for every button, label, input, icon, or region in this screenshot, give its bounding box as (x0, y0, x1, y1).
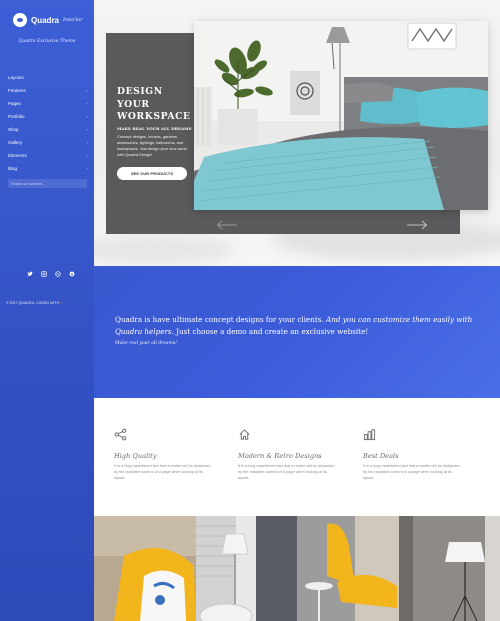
menu-item-shop[interactable]: Shop › (8, 123, 88, 136)
intro-text-c: Just choose a demo and create an exclusi… (176, 326, 369, 336)
intro-note: Make real your all dreams! (115, 341, 177, 346)
hero-description: Concept designs, houses, gardens, access… (117, 134, 187, 157)
gallery-strip (94, 516, 500, 621)
share-icon (114, 428, 127, 441)
menu-item-label: Elements (8, 153, 27, 158)
arrow-left-icon[interactable] (216, 217, 238, 230)
intro-band: Quadra is have ultimate concept designs … (94, 266, 500, 398)
feature-text: It is a long established fact that a rea… (114, 464, 211, 480)
menu-item-gallery[interactable]: Gallery › (8, 136, 88, 149)
gallery-tile-floor-lamp[interactable] (398, 516, 500, 621)
menu-item-layouts[interactable]: Layouts (8, 71, 88, 84)
home-icon (239, 429, 250, 440)
menu-item-pages[interactable]: Pages › (8, 97, 88, 110)
feature-card: Best Deals It is a long established fact… (363, 428, 483, 482)
chevron-right-icon: › (86, 101, 88, 106)
menu-item-features[interactable]: Features › (8, 84, 88, 97)
chevron-right-icon: › (86, 153, 88, 158)
copyright-text: © 2017 QUADRA, CODED WITH (6, 301, 60, 305)
logo-suffix: Interior (63, 17, 83, 23)
chevron-right-icon: › (86, 140, 88, 145)
heart-icon: ♥ (60, 301, 63, 305)
see-products-button[interactable]: SEE OUR PRODUCTS (117, 167, 187, 180)
main-menu: Layouts Features › Pages › Portfolio › Shop… (8, 71, 88, 175)
instagram-icon[interactable] (41, 271, 47, 277)
menu-item-label: Shop (8, 127, 19, 132)
feature-text: It is a long established fact that a rea… (363, 464, 460, 480)
search-input[interactable] (8, 179, 87, 188)
chevron-right-icon: › (86, 88, 88, 93)
copyright: © 2017 QUADRA, CODED WITH ♥ (6, 301, 62, 305)
intro-text-a: Quadra is have ultimate concept designs … (115, 315, 324, 324)
menu-item-label: Layouts (8, 75, 24, 80)
feature-title: Modern & Retro Designs (238, 452, 322, 460)
gallery-tile-modern-chair[interactable] (297, 516, 399, 621)
chevron-right-icon: › (86, 114, 88, 119)
dribbble-icon[interactable] (55, 271, 61, 277)
menu-item-label: Blog (8, 166, 18, 171)
tagline: Quadra Exclusive Theme (18, 39, 76, 44)
menu-item-label: Features (8, 88, 26, 93)
feature-text: It is a long established fact that a rea… (238, 464, 335, 480)
hero-title: DESIGN YOUR WORKSPACE (117, 86, 191, 122)
feature-title: High Quality (114, 452, 157, 460)
menu-item-label: Portfolio (8, 114, 25, 119)
gallery-tile-yellow-chair[interactable] (94, 516, 196, 621)
sidebar: Quadra Interior Quadra Exclusive Theme L… (0, 0, 94, 621)
menu-item-blog[interactable]: Blog › (8, 162, 88, 175)
feature-card: High Quality It is a long established fa… (114, 428, 234, 482)
chevron-right-icon: › (86, 166, 88, 171)
twitter-icon[interactable] (27, 271, 33, 277)
logo[interactable]: Quadra Interior (13, 13, 83, 27)
feature-title: Best Deals (363, 452, 399, 460)
social-links: S (27, 271, 75, 277)
feature-card: Modern & Retro Designs It is a long esta… (238, 428, 358, 482)
logo-mark-icon (13, 13, 27, 27)
menu-item-label: Pages (8, 101, 21, 106)
hero-subtitle: MAKE REAL YOUR ALL DREAMS (117, 126, 192, 131)
bar-chart-icon (363, 429, 376, 441)
menu-item-elements[interactable]: Elements › (8, 149, 88, 162)
arrow-right-icon[interactable] (406, 217, 428, 230)
skype-icon[interactable]: S (69, 271, 75, 277)
chevron-right-icon: › (86, 127, 88, 132)
gallery-tile-lamp-blinds[interactable] (195, 516, 297, 621)
bedroom-photo (194, 21, 488, 210)
menu-item-portfolio[interactable]: Portfolio › (8, 110, 88, 123)
menu-item-label: Gallery (8, 140, 23, 145)
logo-name: Quadra (31, 15, 60, 25)
intro-text: Quadra is have ultimate concept designs … (115, 314, 485, 337)
features-section: High Quality It is a long established fa… (94, 398, 500, 516)
